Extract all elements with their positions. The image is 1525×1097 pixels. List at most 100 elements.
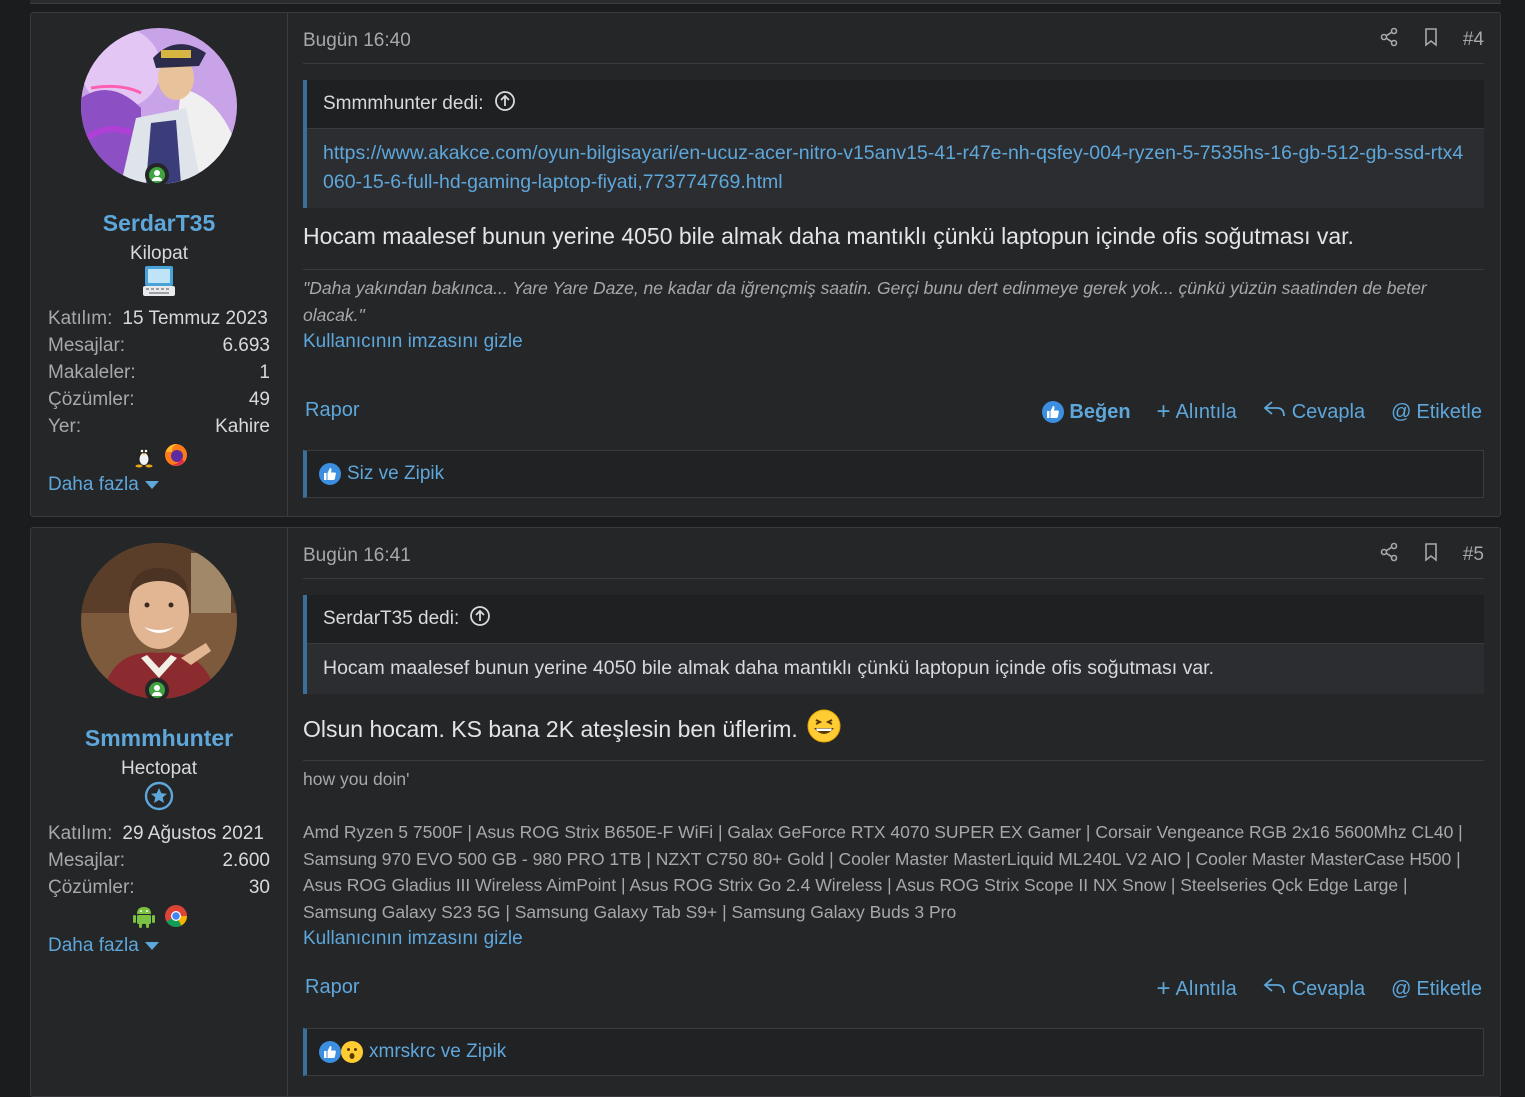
like-button[interactable]: Beğen bbox=[1042, 401, 1131, 424]
report-button[interactable]: Rapor bbox=[305, 976, 359, 999]
divider bbox=[303, 63, 1484, 64]
signature-divider bbox=[303, 760, 1484, 761]
stat-messages: Mesajlar: 2.600 bbox=[48, 850, 270, 871]
bookmark-icon[interactable] bbox=[1421, 542, 1441, 568]
hide-signature-link[interactable]: Kullanıcının imzasını gizle bbox=[303, 331, 523, 353]
reply-button[interactable]: Cevapla bbox=[1263, 976, 1365, 1002]
post-number[interactable]: #5 bbox=[1463, 544, 1484, 566]
stat-solutions: Çözümler: 49 bbox=[48, 389, 270, 410]
quote-block: SerdarT35 dedi: Hocam maalesef bunun yer… bbox=[303, 595, 1484, 694]
post-time[interactable]: Bugün 16:41 bbox=[303, 545, 411, 567]
divider bbox=[303, 578, 1484, 579]
quote-body: https://www.akakce.com/oyun-bilgisayari/… bbox=[307, 129, 1484, 209]
tag-button[interactable]: @ Etiketle bbox=[1391, 978, 1482, 1001]
quote-body: Hocam maalesef bunun yerine 4050 bile al… bbox=[323, 657, 1215, 679]
star-icon bbox=[141, 778, 177, 814]
more-user-info-link[interactable]: Daha fazla bbox=[48, 474, 159, 496]
platform-icons bbox=[131, 903, 189, 929]
signature-divider bbox=[303, 269, 1484, 270]
at-icon: @ bbox=[1391, 977, 1412, 1000]
username[interactable]: Smmmhunter bbox=[31, 725, 287, 752]
share-icon[interactable] bbox=[1379, 542, 1399, 568]
quote-author[interactable]: Smmmhunter dedi: bbox=[323, 93, 484, 115]
stat-joined: Katılım: 29 Ağustos 2021 bbox=[48, 823, 264, 844]
online-status-icon bbox=[145, 163, 169, 187]
grin-emoji-icon bbox=[806, 708, 842, 750]
like-reaction-icon bbox=[319, 1041, 341, 1063]
user-title: Kilopat bbox=[129, 243, 189, 264]
quote-author[interactable]: SerdarT35 dedi: bbox=[323, 608, 459, 630]
quote-header: SerdarT35 dedi: bbox=[307, 595, 1484, 644]
signature-text: Amd Ryzen 5 7500F | Asus ROG Strix B650E… bbox=[303, 822, 1463, 922]
user-sidebar: Smmmhunter Hectopat Katılım: 29 Ağustos 2… bbox=[31, 528, 288, 1096]
post-5: Smmmhunter Hectopat Katılım: 29 Ağustos 2… bbox=[30, 527, 1501, 1097]
stat-solutions: Çözümler: 30 bbox=[48, 877, 270, 898]
post-actions: Rapor Beğen + Alıntıla Cevapla @ Etiketle bbox=[303, 399, 1484, 429]
android-icon bbox=[131, 903, 157, 929]
username[interactable]: SerdarT35 bbox=[31, 210, 287, 237]
quote-button[interactable]: + Alıntıla bbox=[1156, 975, 1237, 1002]
avatar[interactable] bbox=[81, 543, 237, 699]
hide-signature-link[interactable]: Kullanıcının imzasını gizle bbox=[303, 928, 523, 950]
online-status-icon bbox=[145, 678, 169, 702]
stat-joined: Katılım: 15 Temmuz 2023 bbox=[48, 308, 268, 329]
quote-block: Smmmhunter dedi: https://www.akakce.com/… bbox=[303, 80, 1484, 208]
at-icon: @ bbox=[1391, 400, 1412, 423]
post-message-row: Olsun hocam. KS bana 2K ateşlesin ben üf… bbox=[303, 708, 1484, 750]
user-stats: Katılım: 15 Temmuz 2023 Mesajlar: 6.693 Ma… bbox=[48, 305, 270, 440]
user-sidebar: SerdarT35 Kilopat Katılım: 15 Temmuz 2023… bbox=[31, 13, 288, 516]
bookmark-icon[interactable] bbox=[1421, 27, 1441, 53]
laptop-icon bbox=[141, 263, 177, 299]
firefox-icon bbox=[163, 442, 189, 468]
reply-icon bbox=[1263, 399, 1287, 425]
user-stats: Katılım: 29 Ağustos 2021 Mesajlar: 2.600 Ç… bbox=[48, 820, 270, 901]
like-reaction-icon bbox=[319, 463, 341, 485]
reply-button[interactable]: Cevapla bbox=[1263, 399, 1365, 425]
chevron-down-icon bbox=[144, 941, 159, 950]
quote-header: Smmmhunter dedi: bbox=[307, 80, 1484, 129]
post-meta: Bugün 16:40 #4 bbox=[303, 27, 1484, 57]
jump-up-icon[interactable] bbox=[469, 605, 491, 633]
wow-reaction-icon bbox=[341, 1041, 363, 1063]
quote-link[interactable]: https://www.akakce.com/oyun-bilgisayari/… bbox=[323, 142, 1463, 193]
post-meta: Bugün 16:41 #5 bbox=[303, 542, 1484, 572]
avatar-container bbox=[81, 28, 237, 187]
user-title: Hectopat bbox=[120, 758, 198, 779]
tag-button[interactable]: @ Etiketle bbox=[1391, 401, 1482, 424]
stat-articles: Makaleler: 1 bbox=[48, 362, 270, 383]
post-actions: Rapor + Alıntıla Cevapla @ Etiketle bbox=[303, 976, 1484, 1006]
quote-button[interactable]: + Alıntıla bbox=[1156, 398, 1237, 425]
avatar[interactable] bbox=[81, 28, 237, 184]
post-message: Hocam maalesef bunun yerine 4050 bile al… bbox=[303, 223, 1354, 249]
like-icon bbox=[1042, 401, 1065, 423]
reactions-bar[interactable]: xmrskrc ve Zipik bbox=[303, 1028, 1484, 1076]
post-tools: #4 bbox=[1379, 27, 1484, 53]
post-main: Bugün 16:41 #5 SerdarT35 dedi: Hocam maa… bbox=[303, 528, 1484, 1096]
chrome-icon bbox=[163, 903, 189, 929]
signature-text: "Daha yakından bakınca... Yare Yare Daze… bbox=[303, 278, 1427, 325]
chevron-down-icon bbox=[144, 480, 159, 489]
previous-post-edge bbox=[30, 0, 1501, 4]
reactions-text[interactable]: xmrskrc ve Zipik bbox=[369, 1041, 506, 1063]
linux-icon bbox=[131, 442, 157, 468]
post-message: Olsun hocam. KS bana 2K ateşlesin ben üf… bbox=[303, 715, 798, 742]
reactions-bar[interactable]: Siz ve Zipik bbox=[303, 450, 1484, 498]
signature-quote: how you doin' bbox=[303, 769, 410, 789]
reactions-text[interactable]: Siz ve Zipik bbox=[347, 463, 444, 485]
platform-icons bbox=[131, 442, 189, 468]
jump-up-icon[interactable] bbox=[494, 90, 516, 118]
post-4: SerdarT35 Kilopat Katılım: 15 Temmuz 2023… bbox=[30, 12, 1501, 517]
stat-location: Yer: Kahire bbox=[48, 416, 270, 437]
plus-icon: + bbox=[1156, 975, 1171, 1002]
more-user-info-link[interactable]: Daha fazla bbox=[48, 935, 159, 957]
share-icon[interactable] bbox=[1379, 27, 1399, 53]
post-number[interactable]: #4 bbox=[1463, 29, 1484, 51]
stat-messages: Mesajlar: 6.693 bbox=[48, 335, 270, 356]
plus-icon: + bbox=[1156, 398, 1171, 425]
report-button[interactable]: Rapor bbox=[305, 399, 359, 422]
post-tools: #5 bbox=[1379, 542, 1484, 568]
reply-icon bbox=[1263, 976, 1287, 1002]
avatar-container bbox=[81, 543, 237, 702]
post-time[interactable]: Bugün 16:40 bbox=[303, 30, 411, 52]
post-main: Bugün 16:40 #4 Smmmhunter dedi: https://… bbox=[303, 13, 1484, 516]
